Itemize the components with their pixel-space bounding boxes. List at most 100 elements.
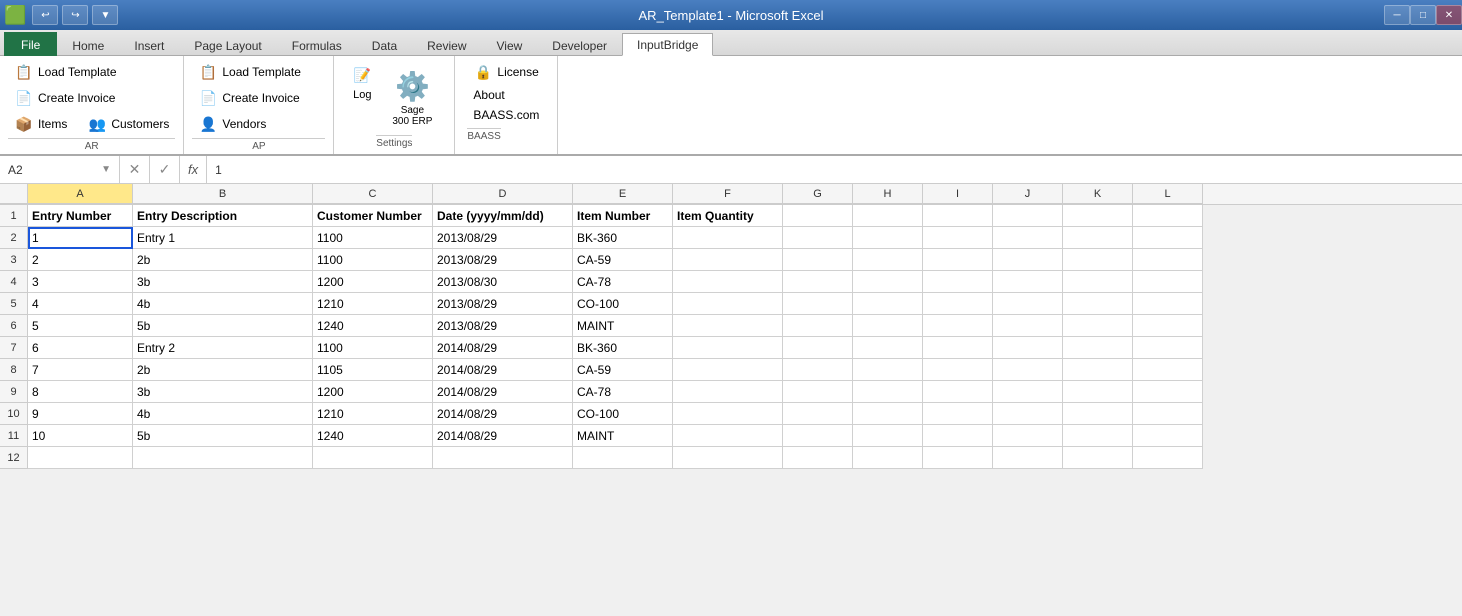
cell-l5[interactable]: [1133, 293, 1203, 315]
cell-f1[interactable]: Item Quantity: [673, 205, 783, 227]
tab-insert[interactable]: Insert: [119, 34, 179, 56]
cell-d4[interactable]: 2013/08/30: [433, 271, 573, 293]
row-header-3[interactable]: 3: [0, 249, 28, 271]
cell-g10[interactable]: [783, 403, 853, 425]
about-button[interactable]: About: [467, 86, 545, 104]
cell-c10[interactable]: 1210: [313, 403, 433, 425]
cell-d6[interactable]: 2013/08/29: [433, 315, 573, 337]
row-header-8[interactable]: 8: [0, 359, 28, 381]
ar-customers-button[interactable]: 👥 Customers: [81, 112, 175, 136]
cell-c7[interactable]: 1100: [313, 337, 433, 359]
cell-h11[interactable]: [853, 425, 923, 447]
cell-k5[interactable]: [1063, 293, 1133, 315]
col-header-g[interactable]: G: [783, 184, 853, 204]
cell-k12[interactable]: [1063, 447, 1133, 469]
cell-d8[interactable]: 2014/08/29: [433, 359, 573, 381]
ap-load-template-button[interactable]: 📋 Load Template: [192, 60, 325, 84]
tab-file[interactable]: File: [4, 32, 57, 56]
cell-c5[interactable]: 1210: [313, 293, 433, 315]
ap-vendors-button[interactable]: 👤 Vendors: [192, 112, 325, 136]
row-header-4[interactable]: 4: [0, 271, 28, 293]
cell-l4[interactable]: [1133, 271, 1203, 293]
ap-create-invoice-button[interactable]: 📄 Create Invoice: [192, 86, 325, 110]
log-button[interactable]: 📝 Log: [346, 63, 378, 103]
col-header-j[interactable]: J: [993, 184, 1063, 204]
cell-b11[interactable]: 5b: [133, 425, 313, 447]
cell-b5[interactable]: 4b: [133, 293, 313, 315]
cell-a8[interactable]: 7: [28, 359, 133, 381]
cell-b3[interactable]: 2b: [133, 249, 313, 271]
cell-a2[interactable]: 1: [28, 227, 133, 249]
row-header-11[interactable]: 11: [0, 425, 28, 447]
cell-i1[interactable]: [923, 205, 993, 227]
col-header-b[interactable]: B: [133, 184, 313, 204]
cell-h2[interactable]: [853, 227, 923, 249]
cell-h9[interactable]: [853, 381, 923, 403]
cell-l10[interactable]: [1133, 403, 1203, 425]
cell-f6[interactable]: [673, 315, 783, 337]
cell-k6[interactable]: [1063, 315, 1133, 337]
cell-l2[interactable]: [1133, 227, 1203, 249]
tab-formulas[interactable]: Formulas: [277, 34, 357, 56]
tab-page-layout[interactable]: Page Layout: [179, 34, 276, 56]
col-header-c[interactable]: C: [313, 184, 433, 204]
cell-d11[interactable]: 2014/08/29: [433, 425, 573, 447]
cell-l8[interactable]: [1133, 359, 1203, 381]
cell-c6[interactable]: 1240: [313, 315, 433, 337]
cell-a4[interactable]: 3: [28, 271, 133, 293]
cell-j11[interactable]: [993, 425, 1063, 447]
cell-a5[interactable]: 4: [28, 293, 133, 315]
cell-k10[interactable]: [1063, 403, 1133, 425]
cell-j3[interactable]: [993, 249, 1063, 271]
cell-g11[interactable]: [783, 425, 853, 447]
cell-d2[interactable]: 2013/08/29: [433, 227, 573, 249]
cell-j1[interactable]: [993, 205, 1063, 227]
cell-g8[interactable]: [783, 359, 853, 381]
customize-qat-button[interactable]: ▼: [92, 5, 118, 25]
cell-k9[interactable]: [1063, 381, 1133, 403]
cell-h10[interactable]: [853, 403, 923, 425]
cell-k11[interactable]: [1063, 425, 1133, 447]
col-header-k[interactable]: K: [1063, 184, 1133, 204]
cell-i8[interactable]: [923, 359, 993, 381]
row-header-2[interactable]: 2: [0, 227, 28, 249]
cell-l9[interactable]: [1133, 381, 1203, 403]
ar-create-invoice-button[interactable]: 📄 Create Invoice: [8, 86, 175, 110]
cell-g3[interactable]: [783, 249, 853, 271]
col-header-f[interactable]: F: [673, 184, 783, 204]
row-header-7[interactable]: 7: [0, 337, 28, 359]
col-header-l[interactable]: L: [1133, 184, 1203, 204]
cell-k2[interactable]: [1063, 227, 1133, 249]
cell-j9[interactable]: [993, 381, 1063, 403]
col-header-a[interactable]: A: [28, 184, 133, 204]
cell-k1[interactable]: [1063, 205, 1133, 227]
formula-confirm-button[interactable]: ✓: [150, 156, 180, 183]
col-header-e[interactable]: E: [573, 184, 673, 204]
row-header-5[interactable]: 5: [0, 293, 28, 315]
cell-i10[interactable]: [923, 403, 993, 425]
cell-h5[interactable]: [853, 293, 923, 315]
sage-erp-button[interactable]: ⚙️ Sage 300 ERP: [382, 63, 442, 133]
cell-d3[interactable]: 2013/08/29: [433, 249, 573, 271]
cell-j8[interactable]: [993, 359, 1063, 381]
cell-f4[interactable]: [673, 271, 783, 293]
cell-l7[interactable]: [1133, 337, 1203, 359]
cell-c1[interactable]: Customer Number: [313, 205, 433, 227]
cell-b8[interactable]: 2b: [133, 359, 313, 381]
cell-l12[interactable]: [1133, 447, 1203, 469]
cell-g5[interactable]: [783, 293, 853, 315]
cell-j6[interactable]: [993, 315, 1063, 337]
cell-h8[interactable]: [853, 359, 923, 381]
cell-e7[interactable]: BK-360: [573, 337, 673, 359]
cell-d5[interactable]: 2013/08/29: [433, 293, 573, 315]
license-button[interactable]: 🔒 License: [467, 60, 545, 84]
cell-a11[interactable]: 10: [28, 425, 133, 447]
cell-j7[interactable]: [993, 337, 1063, 359]
cell-l1[interactable]: [1133, 205, 1203, 227]
cell-h1[interactable]: [853, 205, 923, 227]
tab-developer[interactable]: Developer: [537, 34, 622, 56]
cell-g9[interactable]: [783, 381, 853, 403]
minimize-button[interactable]: ─: [1384, 5, 1410, 25]
ar-load-template-button[interactable]: 📋 Load Template: [8, 60, 175, 84]
cell-j4[interactable]: [993, 271, 1063, 293]
